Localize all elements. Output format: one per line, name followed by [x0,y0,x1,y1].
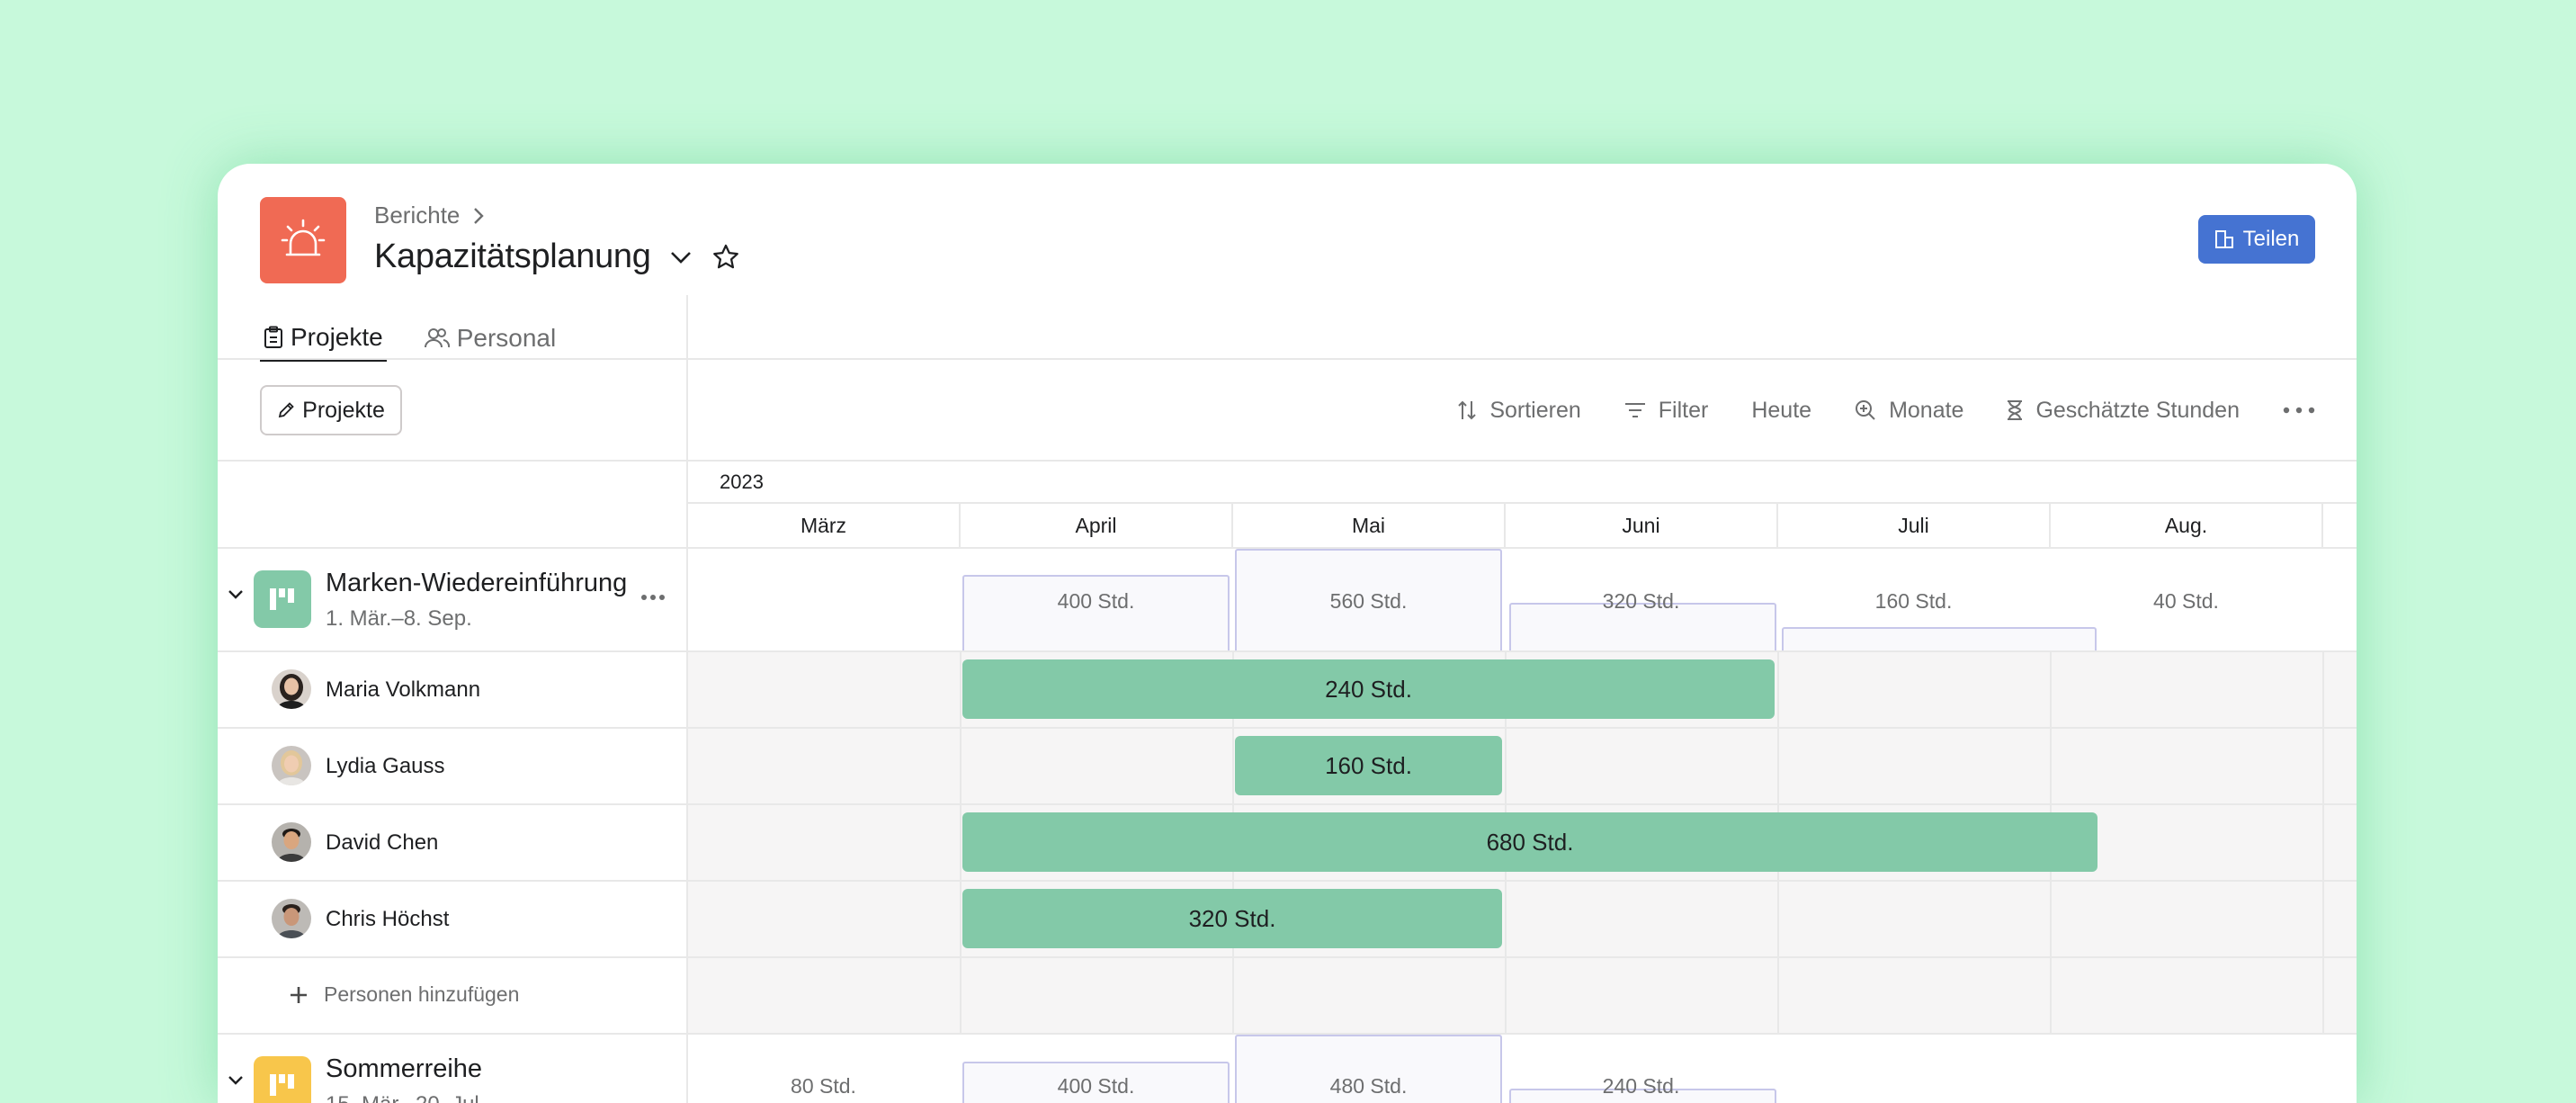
person-row[interactable]: Maria Volkmann [218,651,686,728]
breadcrumb-label[interactable]: Berichte [374,202,460,229]
plus-icon [291,986,307,1003]
avatar [272,822,311,862]
allocation-bar[interactable]: 320 Std. [962,889,1502,948]
star-icon[interactable] [711,242,741,273]
edit-projects-label[interactable]: Projekte [302,398,385,424]
toolbar-divider [218,460,2357,462]
month-header-cell: März [688,504,961,547]
zoom-button[interactable]: Monate [1855,398,1963,424]
person-name[interactable]: Chris Höchst [326,907,449,932]
capacity-label: 400 Std. [1057,589,1135,613]
project-row[interactable]: Sommerreihe 15. Mär.–20. Jul. [218,1035,686,1103]
filter-button[interactable]: Filter [1624,398,1709,424]
allocation-bar[interactable]: 160 Std. [1235,736,1502,795]
page-title: Kapazitätsplanung [374,238,741,276]
capacity-block [1782,627,2097,650]
hourglass-icon [2008,400,2023,420]
capacity-label: 80 Std. [791,1074,856,1098]
zoom-label[interactable]: Monate [1889,398,1963,424]
sort-label[interactable]: Sortieren [1489,398,1580,424]
grid-column-line [2322,651,2324,1033]
project-row[interactable]: Marken-Wiedereinführung 1. Mär.–8. Sep. [218,549,686,650]
tab-personal[interactable]: Personal [421,315,560,362]
project-board-icon [254,1056,311,1103]
person-row[interactable]: Lydia Gauss [218,728,686,804]
month-header-cell: Juli [1778,504,2051,547]
sort-button[interactable]: Sortieren [1457,398,1581,424]
alarm-icon [260,197,346,283]
chevron-down-icon[interactable] [227,1074,245,1087]
month-header-cell: April [961,504,1233,547]
capacity-label: 560 Std. [1329,589,1408,613]
capacity-label: 160 Std. [1874,589,1953,613]
share-button-label[interactable]: Teilen [2243,227,2300,252]
person-name[interactable]: Maria Volkmann [326,677,480,703]
today-button[interactable]: Heute [1751,398,1811,424]
project-name[interactable]: Marken-Wiedereinführung [326,569,627,598]
add-people-label[interactable]: Personen hinzufügen [324,982,519,1007]
chevron-right-icon [474,207,485,224]
clipboard-icon [264,326,282,348]
app-window: Berichte Kapazitätsplanung Teilen Projek… [218,164,2357,1103]
month-header-cell: Juni [1506,504,1778,547]
project-board-icon [254,570,311,628]
more-icon[interactable] [640,594,666,601]
avatar [272,899,311,938]
person-row[interactable]: Chris Höchst [218,881,686,957]
capacity-label: 400 Std. [1057,1074,1135,1098]
estimated-hours-label[interactable]: Geschätzte Stunden [2035,398,2240,424]
people-icon [424,328,450,348]
add-people-button[interactable]: Personen hinzufügen [290,982,519,1007]
tab-bar: Projekte Personal [260,315,559,362]
capacity-label: 480 Std. [1329,1074,1408,1098]
avatar [272,669,311,709]
today-label[interactable]: Heute [1751,398,1811,424]
allocation-bar[interactable]: 240 Std. [962,659,1775,719]
pencil-icon [278,402,294,418]
tabs-divider [218,358,2357,360]
tab-personal-label[interactable]: Personal [457,324,557,353]
project-dates: 1. Mär.–8. Sep. [326,606,472,631]
capacity-label: 40 Std. [2153,589,2219,613]
avatar [272,746,311,785]
person-row[interactable]: David Chen [218,804,686,881]
building-icon [2214,230,2233,248]
chevron-down-icon[interactable] [669,250,693,265]
more-icon [2283,407,2315,414]
month-header-cell: Mai [1233,504,1506,547]
more-options-button[interactable] [2283,407,2315,414]
sort-icon [1458,400,1477,420]
allocation-bar[interactable]: 680 Std. [962,812,2097,872]
toolbar: Sortieren Filter Heute Monate Geschätzte… [1457,385,2315,435]
filter-label[interactable]: Filter [1659,398,1709,424]
zoom-in-icon [1856,400,1875,420]
project-name[interactable]: Sommerreihe [326,1054,482,1084]
month-header: März April Mai Juni Juli Aug. [688,504,2323,547]
month-header-cell: Aug. [2051,504,2323,547]
capacity-label: 320 Std. [1602,589,1680,613]
grid-column-line [960,651,962,1033]
person-name[interactable]: David Chen [326,830,438,856]
tab-projects-label[interactable]: Projekte [291,323,383,352]
timeline-year: 2023 [720,471,764,493]
chevron-down-icon[interactable] [227,588,245,601]
tab-projects[interactable]: Projekte [260,315,387,362]
estimated-hours-button[interactable]: Geschätzte Stunden [2007,398,2240,424]
person-name[interactable]: Lydia Gauss [326,754,445,779]
page-title-text: Kapazitätsplanung [374,238,651,275]
share-button[interactable]: Teilen [2198,215,2315,264]
edit-projects-button[interactable]: Projekte [260,385,402,435]
capacity-label: 240 Std. [1602,1074,1680,1098]
filter-icon [1624,403,1645,417]
breadcrumb[interactable]: Berichte [374,202,485,229]
project-dates: 15. Mär.–20. Jul. [326,1092,485,1103]
